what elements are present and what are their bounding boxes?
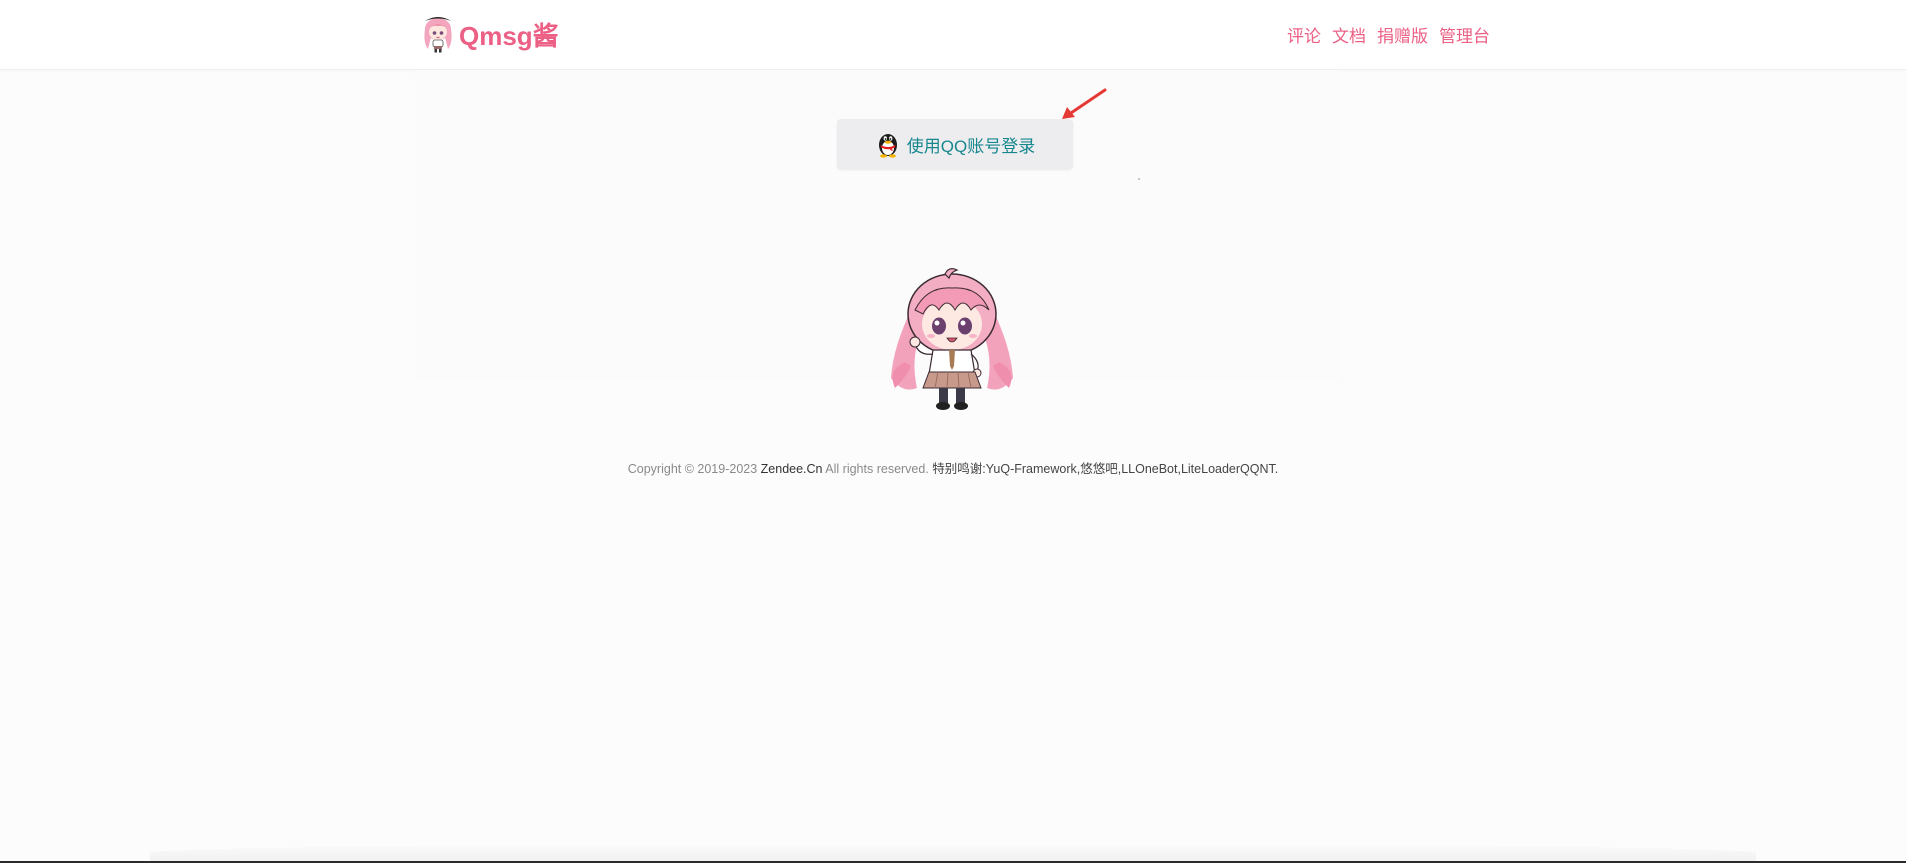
mascot-logo-icon (424, 17, 452, 53)
qq-login-label: 使用QQ账号登录 (906, 136, 1036, 156)
annotation-arrow-icon (1062, 88, 1107, 119)
copyright-text: Copyright © 2019-2023 (627, 462, 761, 476)
nav-link-docs[interactable]: 文档 (1332, 22, 1366, 47)
nav-link-admin[interactable]: 管理台 (1439, 22, 1490, 47)
brand-link[interactable]: Qmsg酱 (421, 14, 559, 54)
brand-name: Qmsg酱 (459, 20, 559, 51)
thanks-text: 特别鸣谢:YuQ-Framework,悠悠吧,LLOneBot,LiteLoad… (932, 462, 1279, 476)
footer-site-link[interactable]: Zendee.Cn (761, 462, 823, 476)
qq-penguin-icon (878, 134, 897, 158)
footer-copyright: Copyright © 2019-2023 Zendee.Cn All righ… (0, 458, 1906, 477)
nav-link-donation[interactable]: 捐赠版 (1377, 22, 1428, 47)
mascot-illustration (891, 268, 1013, 410)
stray-dot (1138, 178, 1140, 180)
bottom-shadow (150, 843, 1756, 863)
nav-link-comments[interactable]: 评论 (1287, 22, 1321, 47)
top-nav-links: 评论 文档 捐赠版 管理台 (1287, 22, 1490, 47)
content-panel (415, 70, 1340, 380)
rights-text: All rights reserved. (822, 462, 933, 476)
qq-login-button[interactable]: 使用QQ账号登录 (837, 119, 1073, 169)
top-navbar: Qmsg酱 评论 文档 捐赠版 管理台 (0, 0, 1906, 70)
